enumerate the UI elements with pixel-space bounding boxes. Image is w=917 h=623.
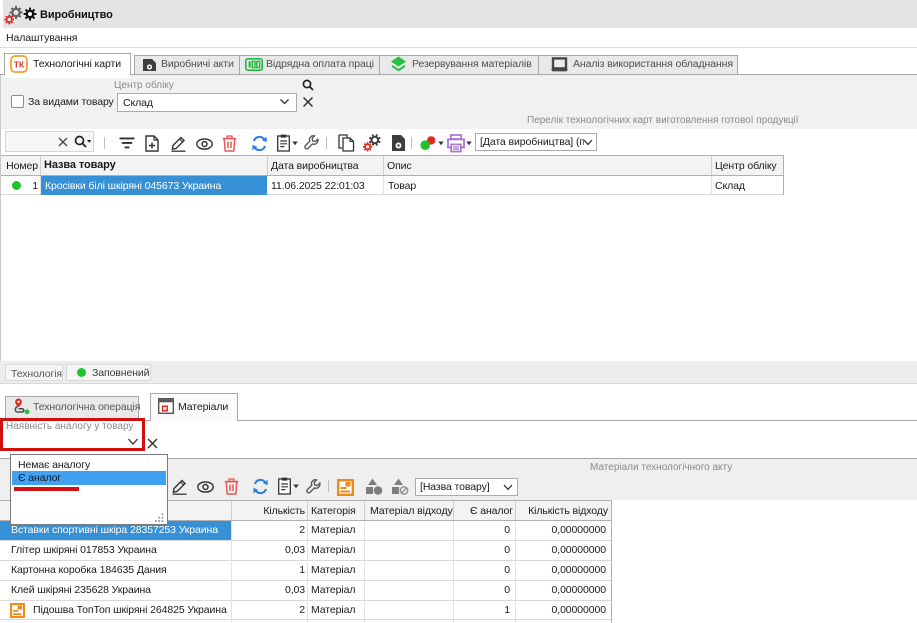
svg-text:ТК: ТК [14,60,25,70]
